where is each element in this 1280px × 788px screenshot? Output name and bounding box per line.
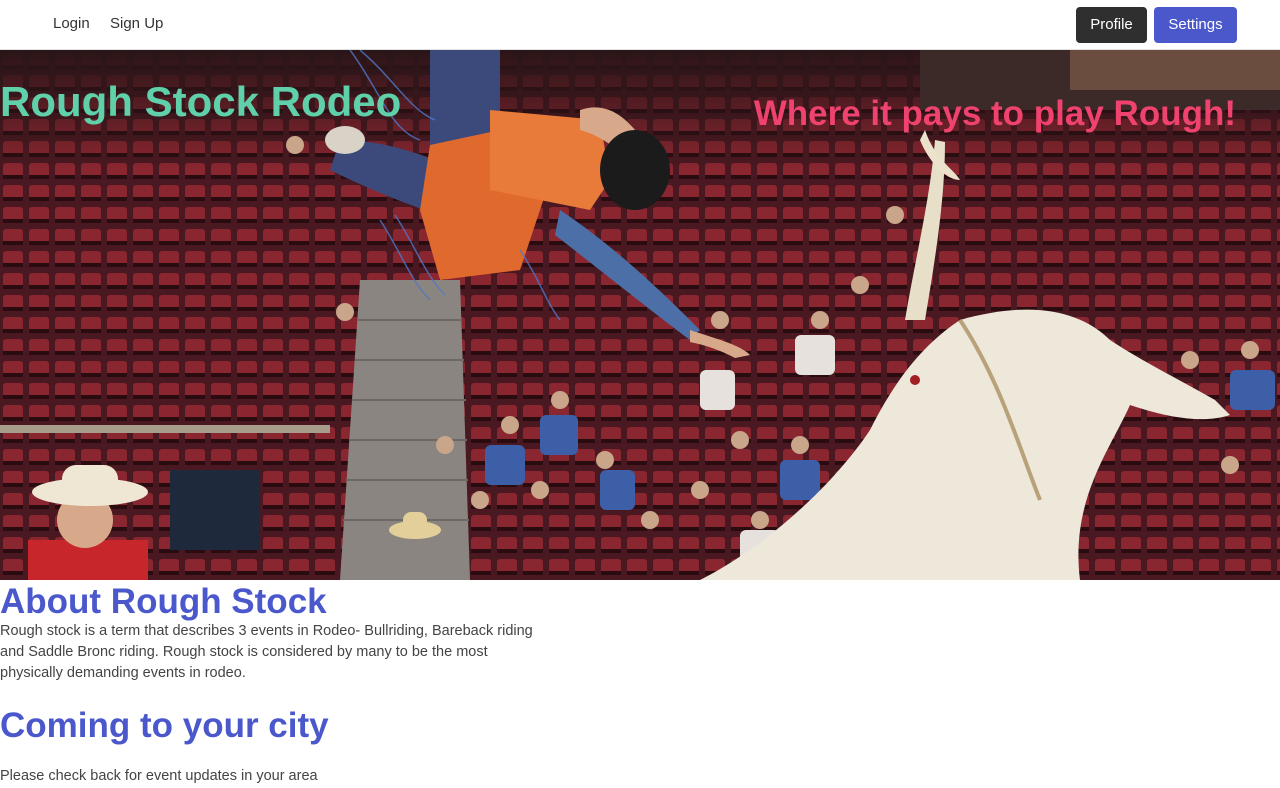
city-text: Please check back for event updates in y… xyxy=(0,768,318,784)
hero-title: Rough Stock Rodeo xyxy=(0,78,402,125)
settings-button[interactable]: Settings xyxy=(1154,7,1237,43)
signup-link[interactable]: Sign Up xyxy=(110,15,163,32)
profile-button[interactable]: Profile xyxy=(1076,7,1147,43)
top-navbar: Login Sign Up Profile Settings xyxy=(0,0,1280,50)
about-text: Rough stock is a term that describes 3 e… xyxy=(0,623,533,681)
about-heading: About Rough Stock xyxy=(0,582,327,621)
hero-banner: Rough Stock Rodeo Where it pays to play … xyxy=(0,50,1280,580)
city-heading: Coming to your city xyxy=(0,706,329,745)
login-link[interactable]: Login xyxy=(53,15,90,32)
hero-tagline: Where it pays to play Rough! xyxy=(753,94,1236,133)
